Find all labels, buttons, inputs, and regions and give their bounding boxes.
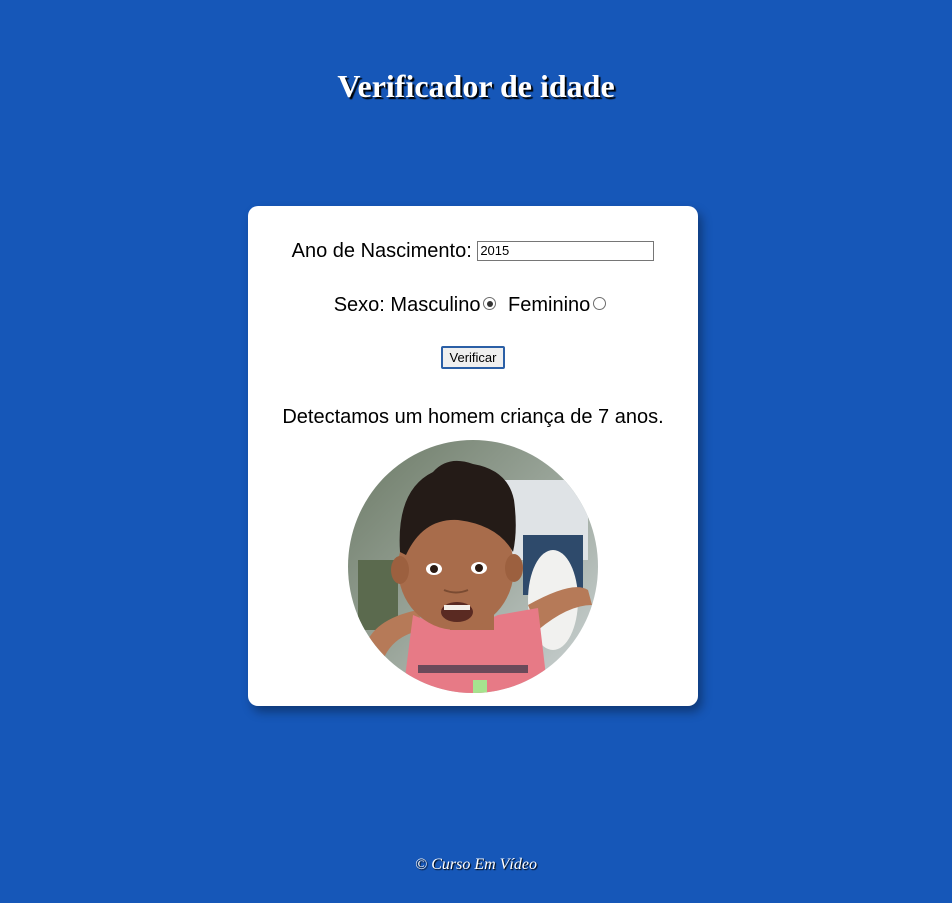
- birth-year-row: Ano de Nascimento:: [248, 240, 698, 263]
- sex-male-radio[interactable]: [483, 297, 497, 310]
- birth-year-input[interactable]: [477, 240, 655, 261]
- button-row: Verificar: [248, 345, 698, 369]
- result-photo: [348, 440, 598, 693]
- age-checker-card: Ano de Nascimento: Sexo: Masculino Femin…: [248, 206, 698, 706]
- sex-label: Sexo:: [333, 294, 385, 316]
- sex-option-female-label: Feminino: [508, 294, 591, 316]
- sex-female-radio[interactable]: [593, 297, 607, 310]
- sex-row: Sexo: Masculino Feminino: [248, 294, 698, 317]
- footer-copyright: © Curso Em Vídeo: [415, 856, 537, 873]
- result-text: Detectamos um homem criança de 7 anos.: [282, 406, 664, 428]
- boy-child-photo: [348, 440, 598, 693]
- sex-option-male-label: Masculino: [390, 294, 481, 316]
- birth-year-label: Ano de Nascimento:: [291, 240, 472, 262]
- page-title: Verificador de idade: [337, 68, 615, 104]
- verify-button[interactable]: Verificar: [440, 346, 506, 369]
